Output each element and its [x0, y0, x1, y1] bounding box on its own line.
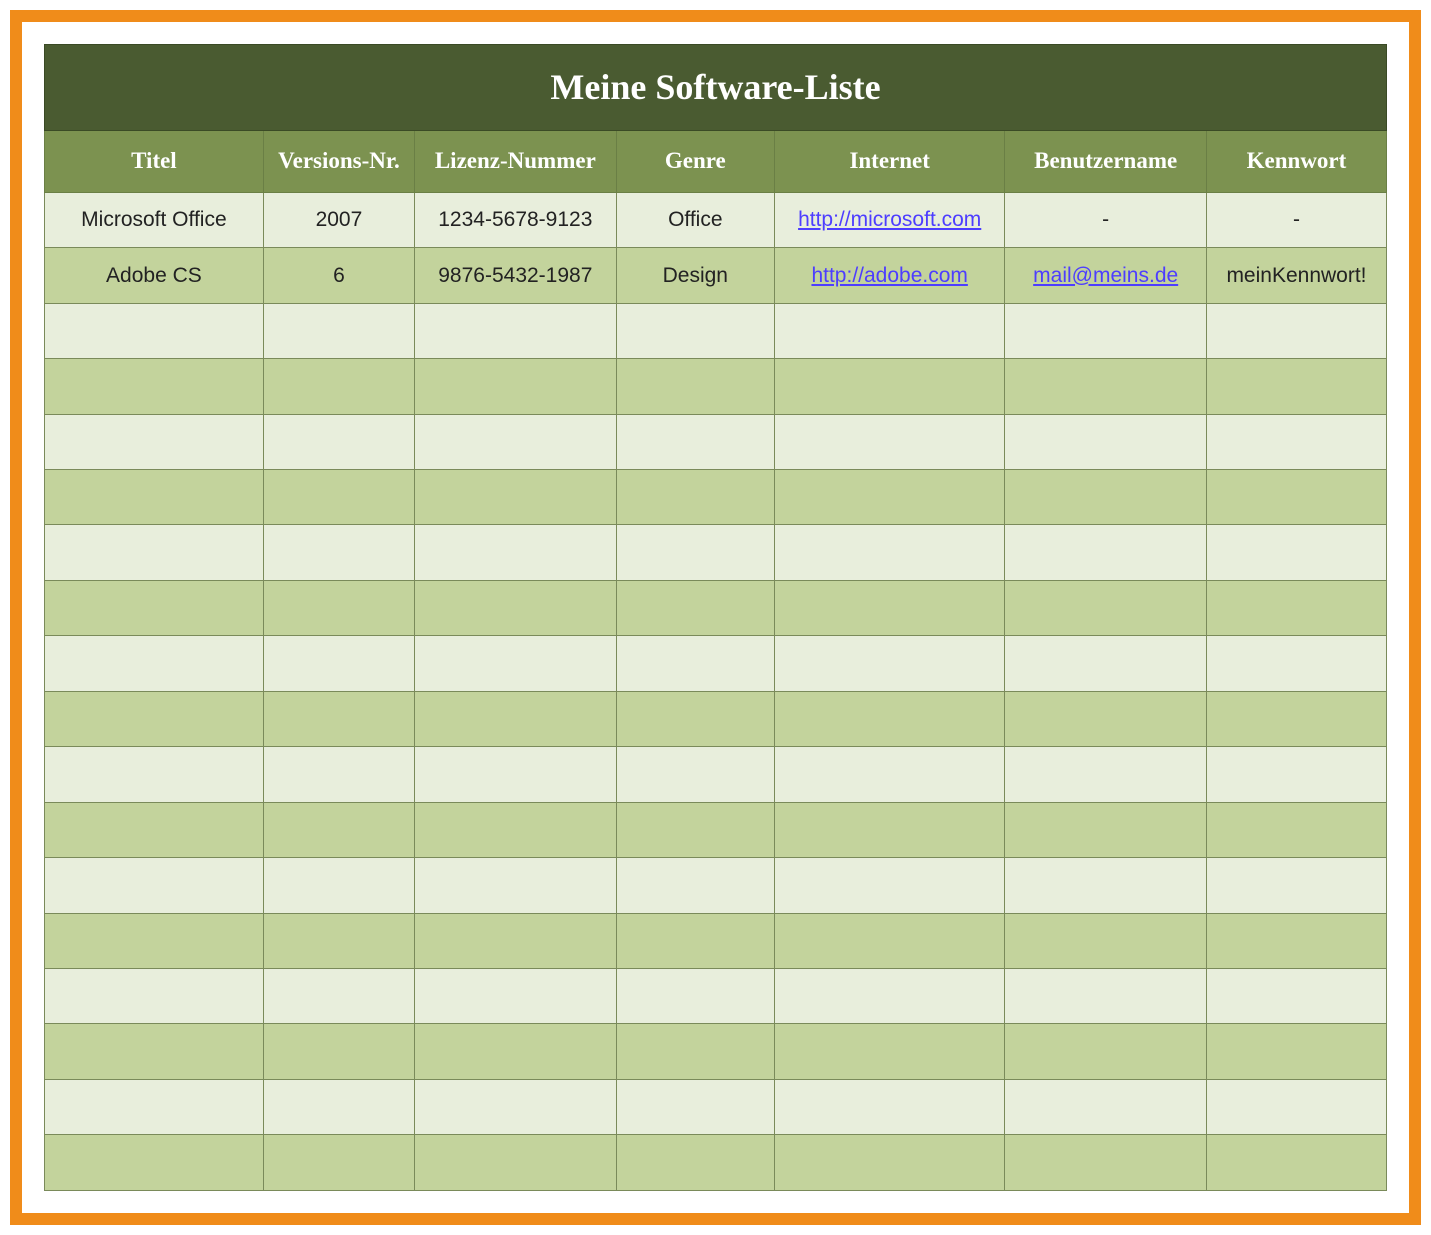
cell-titel: Adobe CS [45, 248, 264, 303]
cell-benutzer: mail@meins.de [1005, 248, 1207, 303]
table-row: Adobe CS 6 9876-5432-1987 Design http://… [45, 248, 1387, 303]
table-row [45, 1024, 1387, 1079]
internet-link[interactable]: http://adobe.com [811, 264, 967, 287]
cell-version: 2007 [263, 192, 414, 247]
cell-benutzer: - [1005, 192, 1207, 247]
table-title: Meine Software-Liste [45, 45, 1387, 131]
table-title-row: Meine Software-Liste [45, 45, 1387, 131]
col-header-kennwort: Kennwort [1206, 130, 1386, 192]
table-row [45, 303, 1387, 358]
table-row [45, 1079, 1387, 1134]
table-row [45, 913, 1387, 968]
table-row [45, 636, 1387, 691]
table-row [45, 691, 1387, 746]
software-list-table: Meine Software-Liste Titel Versions-Nr. … [44, 44, 1387, 1191]
col-header-lizenz: Lizenz-Nummer [415, 130, 617, 192]
table-row [45, 802, 1387, 857]
table-row [45, 1135, 1387, 1191]
table-row [45, 580, 1387, 635]
cell-lizenz: 9876-5432-1987 [415, 248, 617, 303]
table-header-row: Titel Versions-Nr. Lizenz-Nummer Genre I… [45, 130, 1387, 192]
document-frame: Meine Software-Liste Titel Versions-Nr. … [10, 10, 1421, 1225]
cell-titel: Microsoft Office [45, 192, 264, 247]
table-row [45, 470, 1387, 525]
email-link[interactable]: mail@meins.de [1033, 264, 1178, 287]
cell-internet: http://adobe.com [774, 248, 1004, 303]
cell-internet: http://microsoft.com [774, 192, 1004, 247]
table-row [45, 858, 1387, 913]
cell-kennwort: meinKennwort! [1206, 248, 1386, 303]
col-header-internet: Internet [774, 130, 1004, 192]
cell-lizenz: 1234-5678-9123 [415, 192, 617, 247]
table-row [45, 359, 1387, 414]
col-header-genre: Genre [616, 130, 774, 192]
table-row: Microsoft Office 2007 1234-5678-9123 Off… [45, 192, 1387, 247]
col-header-titel: Titel [45, 130, 264, 192]
table-row [45, 414, 1387, 469]
table-row [45, 747, 1387, 802]
col-header-version: Versions-Nr. [263, 130, 414, 192]
table-row [45, 525, 1387, 580]
cell-version: 6 [263, 248, 414, 303]
table-row [45, 968, 1387, 1023]
cell-kennwort: - [1206, 192, 1386, 247]
internet-link[interactable]: http://microsoft.com [798, 208, 981, 231]
cell-genre: Office [616, 192, 774, 247]
cell-genre: Design [616, 248, 774, 303]
col-header-benutzer: Benutzername [1005, 130, 1207, 192]
